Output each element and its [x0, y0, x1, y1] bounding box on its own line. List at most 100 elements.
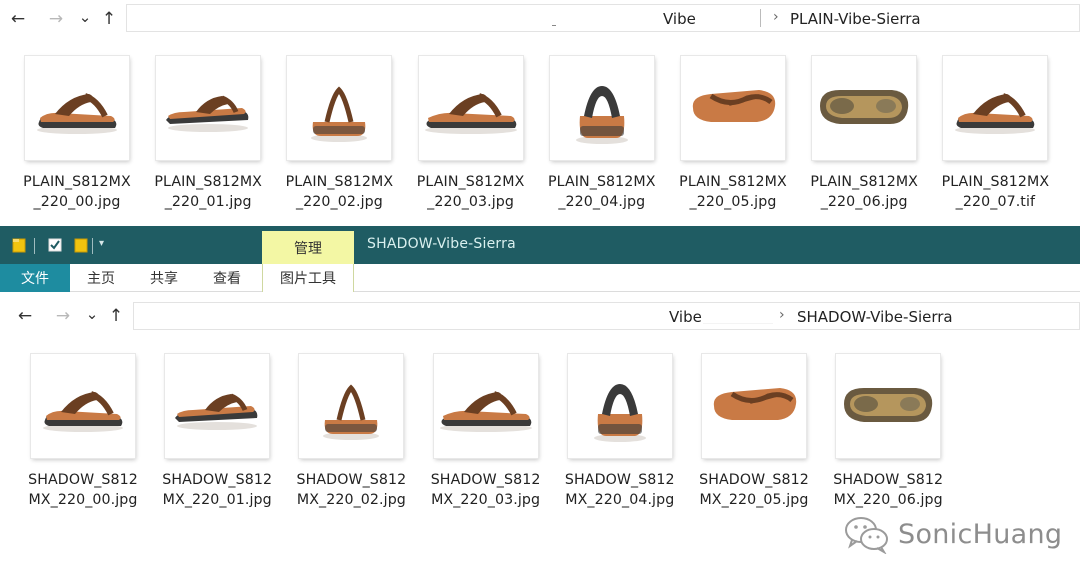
file-name: PLAIN_S812MX _220_01.jpg [146, 172, 270, 212]
file-name-line1: PLAIN_S812MX [941, 174, 1050, 190]
back-arrow-icon[interactable]: ← [13, 304, 37, 328]
file-name-line2: _220_04.jpg [558, 194, 646, 210]
address-divider [760, 9, 761, 27]
file-item[interactable]: PLAIN_S812MX _220_04.jpg [540, 56, 664, 212]
breadcrumb-vibe[interactable]: Vibe [669, 308, 702, 326]
properties-checkbox-icon[interactable] [48, 237, 62, 253]
address-bar[interactable]: Vibe › SHADOW-Vibe-Sierra [133, 302, 1080, 330]
sandal-thumbnail-image [418, 56, 523, 160]
file-item[interactable]: PLAIN_S812MX _220_03.jpg [409, 56, 533, 212]
sandal-thumbnail-image [433, 354, 538, 458]
sandal-thumbnail-image [812, 56, 917, 160]
file-item[interactable]: PLAIN_S812MX _220_05.jpg [671, 56, 795, 212]
address-separator [552, 25, 556, 26]
breadcrumb-chevron-icon: › [779, 307, 785, 323]
tab-picture-tools[interactable]: 图片工具 [262, 264, 354, 292]
breadcrumb-current-folder[interactable]: PLAIN-Vibe-Sierra [790, 10, 921, 28]
file-name-line1: SHADOW_S812 [430, 472, 541, 488]
file-item[interactable]: SHADOW_S812 MX_220_03.jpg [424, 354, 548, 510]
file-name-line1: PLAIN_S812MX [154, 174, 262, 190]
file-name-line1: PLAIN_S812MX [285, 174, 394, 190]
sandal-thumbnail-image [681, 56, 785, 160]
address-divider [703, 323, 773, 324]
file-item[interactable]: SHADOW_S812 MX_220_00.jpg [21, 354, 145, 510]
file-name-line2: MX_220_03.jpg [431, 492, 541, 508]
file-name-line1: PLAIN_S812MX [547, 174, 656, 190]
file-name-line2: MX_220_06.jpg [833, 492, 943, 508]
file-name: SHADOW_S812 MX_220_02.jpg [289, 470, 413, 510]
tab-file[interactable]: 文件 [0, 264, 70, 292]
file-name-line1: SHADOW_S812 [162, 472, 273, 488]
window-title: SHADOW-Vibe-Sierra [367, 236, 516, 252]
sandal-thumbnail-image [287, 56, 392, 160]
file-name-line1: SHADOW_S812 [564, 472, 675, 488]
file-item[interactable]: PLAIN_S812MX _220_07.tif [933, 56, 1057, 212]
file-item[interactable]: PLAIN_S812MX _220_00.jpg [15, 56, 139, 212]
navigation-bar: ← → ⌄ ↑ Vibe › PLAIN-Vibe-Sierra [0, 2, 1080, 36]
file-name-line1: SHADOW_S812 [833, 472, 944, 488]
forward-arrow-icon[interactable]: → [44, 7, 68, 31]
ribbon-tabs: 文件 主页 共享 查看 图片工具 [0, 264, 1080, 292]
file-name-line1: PLAIN_S812MX [23, 174, 131, 190]
explorer-window-plain: ← → ⌄ ↑ Vibe › PLAIN-Vibe-Sierra PLAIN_S… [0, 0, 1080, 226]
file-item[interactable]: SHADOW_S812 MX_220_01.jpg [155, 354, 279, 510]
file-item[interactable]: PLAIN_S812MX _220_06.jpg [802, 56, 926, 212]
file-name-line2: MX_220_05.jpg [699, 492, 809, 508]
file-name-line1: PLAIN_S812MX [416, 174, 525, 190]
window-title-bar: ▾ [0, 226, 1080, 264]
file-item[interactable]: SHADOW_S812 MX_220_04.jpg [558, 354, 682, 510]
folder-icon[interactable] [12, 237, 26, 253]
file-item[interactable]: SHADOW_S812 MX_220_05.jpg [692, 354, 816, 510]
file-item[interactable]: SHADOW_S812 MX_220_02.jpg [289, 354, 413, 510]
sandal-thumbnail-image [567, 354, 672, 458]
file-name-line2: _220_05.jpg [689, 194, 777, 210]
tab-home[interactable]: 主页 [74, 264, 128, 292]
file-name: PLAIN_S812MX _220_02.jpg [277, 172, 401, 212]
address-bar[interactable]: Vibe › PLAIN-Vibe-Sierra [126, 4, 1080, 32]
quick-access-separator [92, 238, 93, 254]
wechat-icon [845, 517, 888, 554]
quick-access-separator [34, 238, 35, 254]
sandal-thumbnail-image [836, 354, 941, 458]
sandal-thumbnail-image [702, 354, 806, 458]
sandal-thumbnail-image [31, 354, 135, 458]
file-name: SHADOW_S812 MX_220_01.jpg [155, 470, 279, 510]
file-name-line2: MX_220_00.jpg [28, 492, 138, 508]
file-name-line2: MX_220_01.jpg [162, 492, 272, 508]
file-name-line2: _220_03.jpg [427, 194, 515, 210]
recent-locations-chevron-icon[interactable]: ⌄ [73, 5, 97, 29]
file-name: PLAIN_S812MX _220_06.jpg [802, 172, 926, 212]
file-name: SHADOW_S812 MX_220_03.jpg [424, 470, 548, 510]
forward-arrow-icon[interactable]: → [51, 304, 75, 328]
tab-manage[interactable]: 管理 [262, 231, 354, 264]
sandal-thumbnail-image [299, 354, 404, 458]
sandal-thumbnail-image [25, 56, 129, 160]
tab-share[interactable]: 共享 [137, 264, 191, 292]
file-name-line2: MX_220_04.jpg [565, 492, 675, 508]
file-name-line1: SHADOW_S812 [296, 472, 407, 488]
breadcrumb-vibe[interactable]: Vibe [663, 10, 696, 28]
back-arrow-icon[interactable]: ← [6, 7, 30, 31]
sandal-thumbnail-image [549, 56, 654, 160]
file-name-line1: SHADOW_S812 [699, 472, 809, 488]
file-name-line1: PLAIN_S812MX [810, 174, 918, 190]
file-item[interactable]: PLAIN_S812MX _220_01.jpg [146, 56, 270, 212]
file-name-line2: _220_06.jpg [820, 194, 908, 210]
file-name-line2: _220_00.jpg [33, 194, 121, 210]
file-name-line2: _220_07.tif [955, 194, 1036, 210]
breadcrumb-chevron-icon: › [773, 9, 779, 25]
up-arrow-icon[interactable]: ↑ [104, 304, 128, 328]
file-item[interactable]: PLAIN_S812MX _220_02.jpg [277, 56, 401, 212]
file-name: SHADOW_S812 MX_220_00.jpg [21, 470, 145, 510]
file-name: PLAIN_S812MX _220_05.jpg [671, 172, 795, 212]
up-arrow-icon[interactable]: ↑ [97, 7, 121, 31]
tab-view[interactable]: 查看 [200, 264, 254, 292]
recent-locations-chevron-icon[interactable]: ⌄ [80, 302, 104, 326]
file-name-line2: MX_220_02.jpg [296, 492, 406, 508]
sandal-thumbnail-image [156, 56, 261, 160]
file-name: SHADOW_S812 MX_220_04.jpg [558, 470, 682, 510]
new-folder-icon[interactable] [74, 237, 88, 253]
customize-toolbar-chevron-icon[interactable]: ▾ [99, 238, 104, 249]
file-item[interactable]: SHADOW_S812 MX_220_06.jpg [826, 354, 950, 510]
breadcrumb-current-folder[interactable]: SHADOW-Vibe-Sierra [797, 308, 953, 326]
